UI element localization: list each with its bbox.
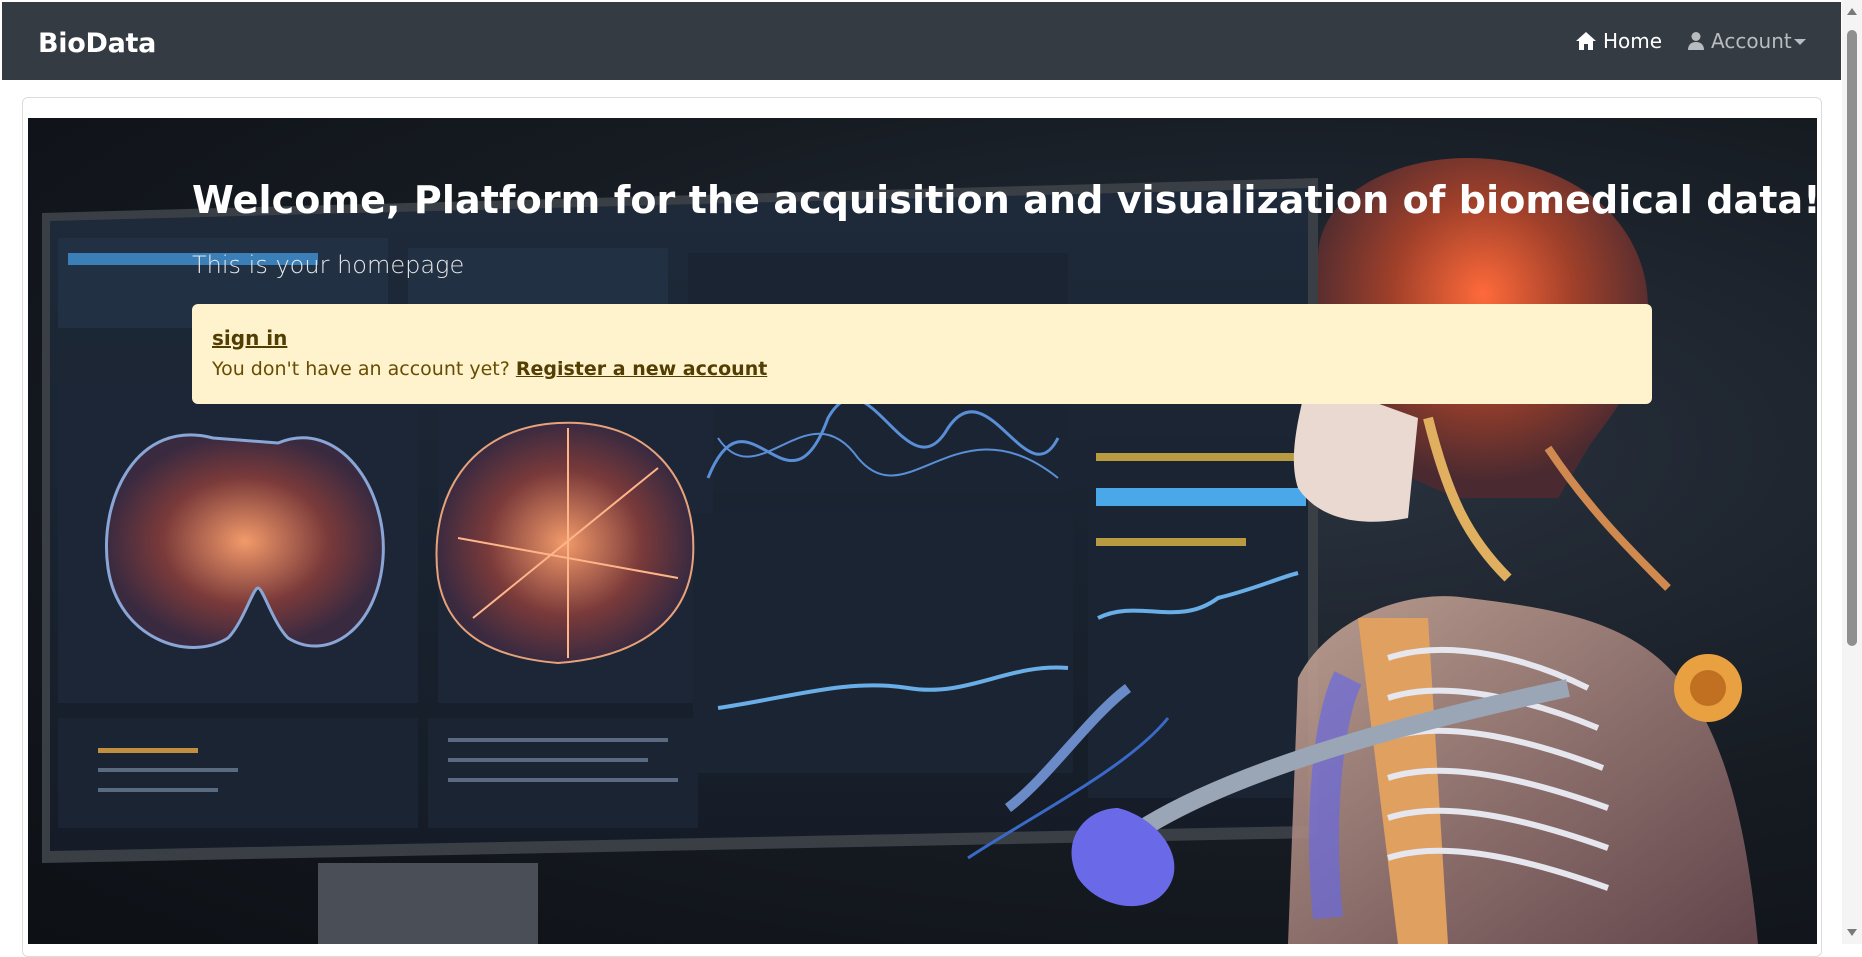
hero-subtitle: This is your homepage [192, 251, 465, 279]
chevron-down-icon [1793, 39, 1806, 45]
nav-account-label: Account [1711, 29, 1792, 53]
no-account-text: You don't have an account yet? [212, 358, 510, 380]
scroll-down-arrow-icon[interactable] [1847, 929, 1857, 936]
sign-in-link[interactable]: sign in [212, 326, 287, 350]
scrollbar-thumb[interactable] [1847, 30, 1857, 646]
user-icon [1688, 32, 1704, 50]
home-icon [1576, 32, 1596, 50]
brand-logo[interactable]: BioData [38, 28, 156, 59]
hero-title: Welcome, Platform for the acquisition an… [192, 178, 1817, 222]
nav-home-link[interactable]: Home [1575, 29, 1662, 53]
top-navbar: BioData Home Account [2, 2, 1841, 80]
nav-home-label: Home [1603, 29, 1663, 53]
nav-account-dropdown[interactable]: Account [1687, 29, 1806, 53]
hero-banner: Welcome, Platform for the acquisition an… [28, 118, 1817, 944]
hero-background-illustration [42, 158, 1758, 944]
vertical-scrollbar[interactable] [1842, 0, 1862, 944]
scroll-up-arrow-icon[interactable] [1847, 8, 1857, 15]
register-link[interactable]: Register a new account [516, 358, 767, 380]
auth-alert: sign in You don't have an account yet? R… [192, 304, 1652, 404]
